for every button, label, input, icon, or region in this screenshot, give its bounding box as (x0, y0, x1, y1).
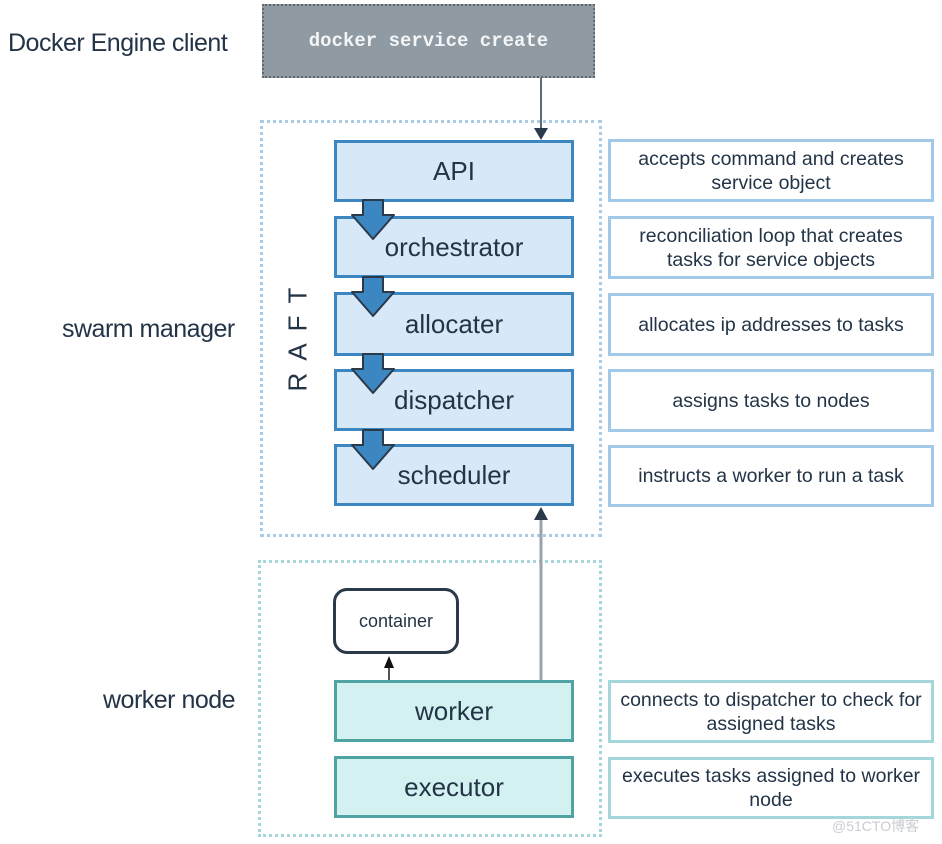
component-worker: worker (334, 680, 574, 742)
client-label: Docker Engine client (8, 29, 228, 57)
watermark: @51CTO博客 (832, 818, 920, 834)
description-worker: connects to dispatcher to check for assi… (608, 680, 934, 743)
description-orchestrator: reconciliation loop that creates tasks f… (608, 216, 934, 279)
component-executor: executor (334, 756, 574, 818)
raft-label: RAFT (282, 275, 313, 391)
description-scheduler: instructs a worker to run a task (608, 445, 934, 507)
container-box: container (333, 588, 459, 654)
description-executor: executes tasks assigned to worker node (608, 757, 934, 819)
component-api: API (334, 140, 574, 202)
worker-node-label: worker node (103, 686, 236, 714)
description-api: accepts command and creates service obje… (608, 139, 934, 202)
component-scheduler: scheduler (334, 444, 574, 506)
description-dispatcher: assigns tasks to nodes (608, 369, 934, 432)
component-allocater: allocater (334, 292, 574, 356)
manager-label: swarm manager (62, 315, 235, 343)
component-orchestrator: orchestrator (334, 216, 574, 278)
component-dispatcher: dispatcher (334, 369, 574, 431)
client-command-box: docker service create (262, 4, 595, 78)
description-allocater: allocates ip addresses to tasks (608, 293, 934, 356)
